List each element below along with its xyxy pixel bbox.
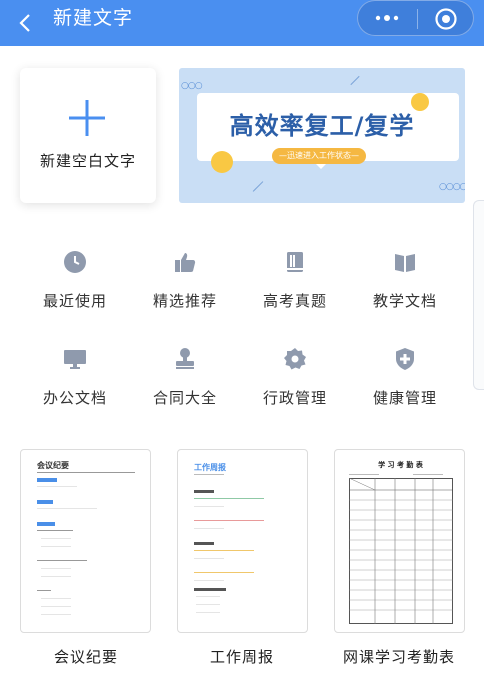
open-book-icon (393, 250, 417, 274)
decor-dots: ○○○ (181, 81, 203, 91)
preview-line (194, 528, 224, 529)
promo-banner[interactable]: ○○○ 高效率复工/复学 —迅速进入工作状态— ○○○○ (179, 68, 465, 203)
category-office[interactable]: 办公文档 (25, 347, 125, 427)
category-health[interactable]: 健康管理 (355, 347, 455, 427)
clock-icon (63, 250, 87, 274)
book-icon (283, 250, 307, 274)
preview-line (194, 474, 224, 475)
preview-line (41, 568, 71, 569)
template-card-weekly-report[interactable]: 工作周报 (177, 449, 308, 633)
category-admin[interactable]: 行政管理 (245, 347, 345, 427)
page-title: 新建文字 (53, 7, 134, 29)
health-shield-icon (393, 347, 417, 371)
capsule-divider (417, 9, 418, 29)
preview-line (196, 604, 220, 605)
category-label: 教学文档 (372, 292, 437, 310)
banner-title: 高效率复工/复学 (229, 112, 415, 140)
preview-line (41, 576, 71, 577)
preview-line (37, 472, 135, 473)
category-recommended[interactable]: 精选推荐 (135, 250, 235, 330)
preview-line (37, 500, 53, 504)
category-contract[interactable]: 合同大全 (135, 347, 235, 427)
category-label: 高考真题 (262, 292, 327, 310)
preview-line (194, 506, 224, 507)
category-exam[interactable]: 高考真题 (245, 250, 345, 330)
decor-line (350, 75, 360, 86)
preview-line (37, 560, 87, 561)
template-doc-title: 学 习 考 勤 表 (378, 461, 423, 469)
template-doc-title: 会议纪要 (37, 461, 69, 470)
attendance-grid (349, 478, 453, 624)
preview-line (194, 520, 264, 521)
preview-line (37, 486, 77, 487)
template-name[interactable]: 会议纪要 (11, 646, 161, 667)
thumbs-up-icon (173, 250, 197, 274)
preview-line (194, 498, 264, 499)
category-label: 健康管理 (372, 389, 437, 407)
monitor-icon (63, 347, 87, 371)
template-name[interactable]: 网课学习考勤表 (324, 646, 474, 667)
category-label: 合同大全 (152, 389, 217, 407)
new-blank-label: 新建空白文字 (39, 152, 136, 170)
preview-line (194, 542, 214, 545)
preview-line (194, 588, 226, 591)
chevron-left-icon[interactable] (16, 9, 36, 37)
target-icon[interactable] (434, 7, 458, 31)
preview-line (37, 530, 73, 531)
decor-line (252, 181, 264, 192)
category-teaching[interactable]: 教学文档 (355, 250, 455, 330)
preview-line (413, 474, 443, 475)
category-label: 办公文档 (42, 389, 107, 407)
mini-program-capsule (357, 0, 474, 36)
preview-line (41, 614, 71, 615)
preview-line (37, 590, 51, 591)
preview-line (37, 522, 55, 526)
preview-line (37, 478, 57, 482)
category-label: 行政管理 (262, 389, 327, 407)
preview-line (41, 546, 71, 547)
preview-line (196, 612, 220, 613)
more-dots-icon[interactable] (372, 8, 402, 28)
decor-circle (211, 151, 233, 173)
template-doc-title: 工作周报 (194, 463, 226, 472)
stamp-icon (173, 347, 197, 371)
preview-line (194, 572, 254, 573)
preview-line (194, 580, 224, 581)
side-scroll-handle[interactable] (473, 200, 484, 390)
preview-line (41, 606, 71, 607)
plus-icon (69, 100, 105, 136)
preview-line (349, 474, 379, 475)
top-bar: 新建文字 (0, 0, 484, 46)
preview-line (41, 538, 71, 539)
preview-line (41, 598, 71, 599)
preview-line (196, 596, 220, 597)
gear-icon (283, 347, 307, 371)
preview-line (194, 490, 214, 493)
category-label: 最近使用 (42, 292, 107, 310)
template-card-attendance[interactable]: 学 习 考 勤 表 (334, 449, 465, 633)
preview-line (194, 558, 224, 559)
preview-line (194, 550, 254, 551)
template-card-meeting[interactable]: 会议纪要 (20, 449, 151, 633)
preview-line (37, 508, 97, 509)
decor-dots: ○○○○ (439, 182, 465, 192)
banner-subtitle: —迅速进入工作状态— (272, 148, 366, 164)
new-blank-document-button[interactable]: 新建空白文字 (20, 68, 156, 203)
category-label: 精选推荐 (152, 292, 217, 310)
category-recent[interactable]: 最近使用 (25, 250, 125, 330)
template-name[interactable]: 工作周报 (167, 646, 317, 667)
